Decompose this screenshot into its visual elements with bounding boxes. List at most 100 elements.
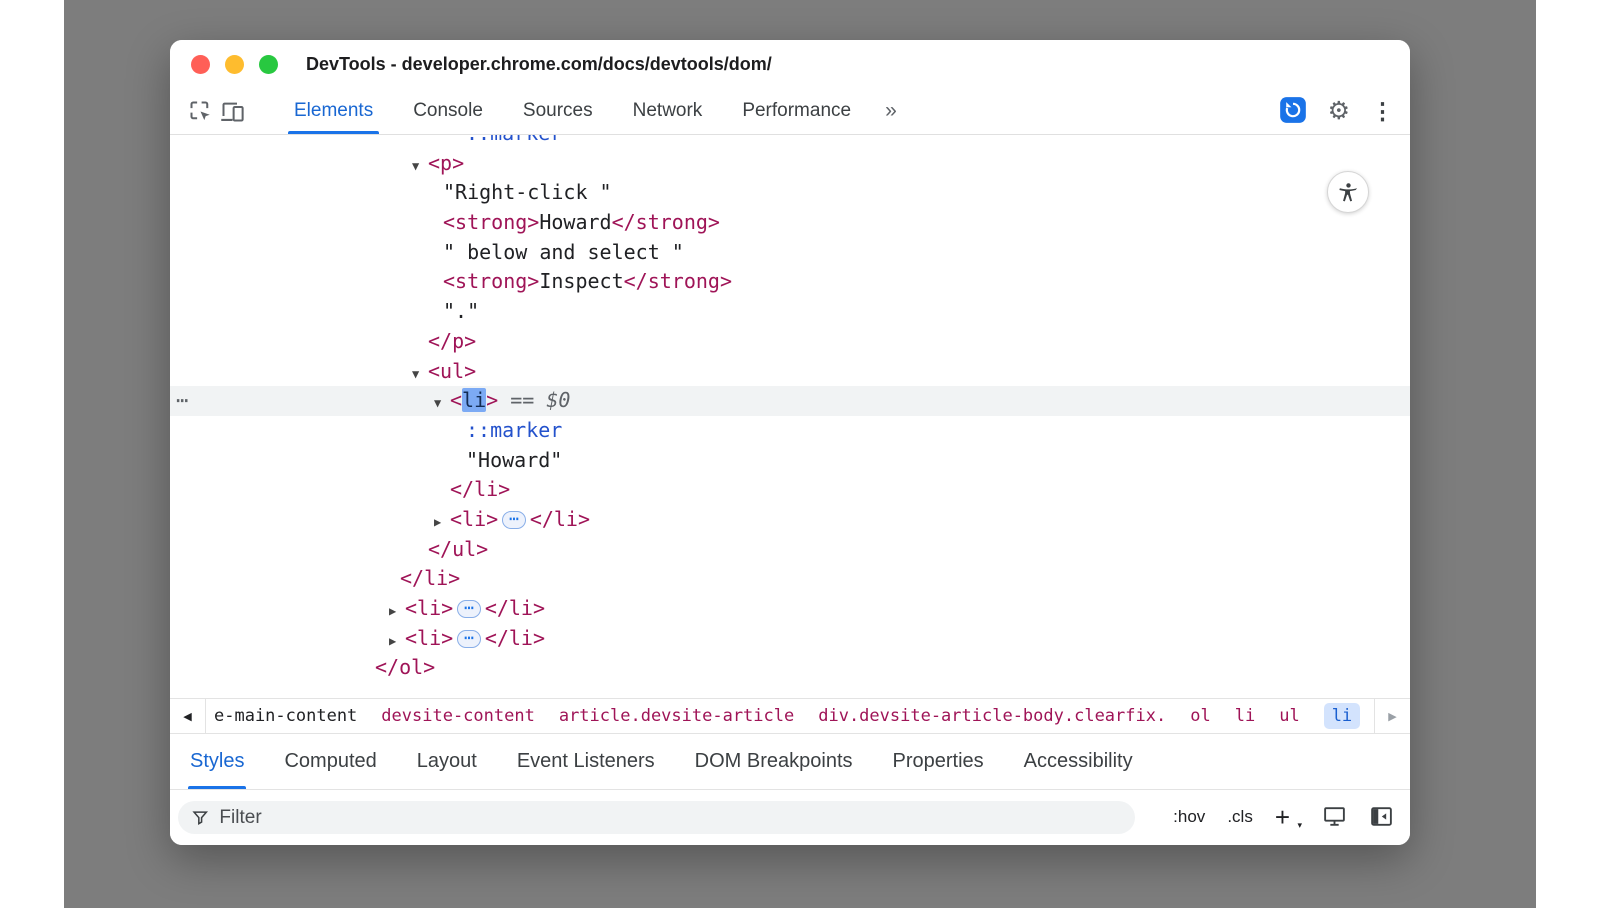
close-window-button[interactable] xyxy=(191,55,210,74)
styles-filter-input[interactable] xyxy=(219,807,1122,829)
tab-console[interactable]: Console xyxy=(393,88,503,134)
tag-token: > xyxy=(486,388,498,412)
breadcrumb-item-ul[interactable]: ul xyxy=(1279,706,1299,726)
tree-line[interactable]: ::marker xyxy=(170,135,1410,149)
tab-layout[interactable]: Layout xyxy=(417,734,477,789)
tab-event-listeners[interactable]: Event Listeners xyxy=(517,734,655,789)
tag-token: </li> xyxy=(485,626,545,650)
tree-line[interactable]: ▼<p> xyxy=(170,149,1410,179)
tree-line-content: " below and select " xyxy=(170,238,684,268)
tag-token: </li> xyxy=(450,477,510,501)
tree-line[interactable]: ::marker xyxy=(170,416,1410,446)
disclosure-arrow-icon[interactable]: ▶ xyxy=(389,597,405,627)
tree-line[interactable]: </ol> xyxy=(170,653,1410,683)
tab-accessibility[interactable]: Accessibility xyxy=(1024,734,1133,789)
breadcrumb-item-article-devsite-article[interactable]: article.devsite-article xyxy=(559,706,794,726)
tree-line-content: ▼<p> xyxy=(170,149,464,182)
expand-ellipsis-button[interactable]: ⋯ xyxy=(457,630,481,648)
tree-line[interactable]: ▶<li>⋯</li> xyxy=(170,624,1410,654)
tree-line-content: "Howard" xyxy=(170,446,562,476)
accessibility-button[interactable] xyxy=(1327,171,1369,213)
window-titlebar: DevTools - developer.chrome.com/docs/dev… xyxy=(170,40,1410,88)
text-node-token: Howard xyxy=(539,210,611,234)
rendering-emulation-button[interactable] xyxy=(1322,804,1347,831)
expand-ellipsis-button[interactable]: ⋯ xyxy=(502,511,526,529)
toggle-sidebar-button[interactable] xyxy=(1369,804,1394,831)
tree-line[interactable]: "Right-click " xyxy=(170,178,1410,208)
tab-dom-breakpoints[interactable]: DOM Breakpoints xyxy=(695,734,853,789)
settings-gear-icon[interactable]: ⚙ xyxy=(1328,99,1350,124)
main-tab-strip: ElementsConsoleSourcesNetworkPerformance xyxy=(274,88,871,134)
panel-tab-strip: Styles Computed Layout Event Listeners DOM B… xyxy=(170,734,1410,790)
zoom-window-button[interactable] xyxy=(259,55,278,74)
tab-sources[interactable]: Sources xyxy=(503,88,613,134)
breadcrumb-item-devsite-content[interactable]: devsite-content xyxy=(381,706,535,726)
tree-line-content: <strong>Howard</strong> xyxy=(170,208,720,238)
toggle-hover-state-button[interactable]: :hov xyxy=(1173,807,1205,827)
new-style-rule-button[interactable]: + ▾ xyxy=(1275,804,1300,830)
disclosure-arrow-icon[interactable]: ▼ xyxy=(412,360,428,390)
inspect-element-icon[interactable] xyxy=(184,88,216,134)
tree-line[interactable]: ▼<ul> xyxy=(170,357,1410,387)
tag-token: < xyxy=(450,388,462,412)
breadcrumb-item-div-devsite-article-body-clearfix-[interactable]: div.devsite-article-body.clearfix. xyxy=(818,706,1166,726)
filter-funnel-icon xyxy=(191,808,209,827)
breadcrumb-item-li[interactable]: li xyxy=(1324,703,1360,729)
disclosure-arrow-icon[interactable]: ▼ xyxy=(434,389,450,419)
breadcrumb-bar: ◀ e-main-content devsite-content article.d… xyxy=(170,698,1410,734)
tree-line-content: </li> xyxy=(170,564,460,594)
breadcrumb-item-ol[interactable]: ol xyxy=(1190,706,1210,726)
tree-line-content: ▼<ul> xyxy=(170,357,476,390)
breadcrumb-item-e-main-content[interactable]: e-main-content xyxy=(214,706,357,726)
more-tabs-icon[interactable]: » xyxy=(877,88,905,134)
tree-line[interactable]: </li> xyxy=(170,475,1410,505)
tree-line[interactable]: <strong>Howard</strong> xyxy=(170,208,1410,238)
inspect-cursor-icon xyxy=(187,98,214,125)
tree-line[interactable]: ▶<li>⋯</li> xyxy=(170,505,1410,535)
tab-computed[interactable]: Computed xyxy=(284,734,376,789)
selected-tree-line[interactable]: ⋯▼<li> == $0 xyxy=(170,386,1410,416)
device-toolbar-icon[interactable] xyxy=(216,88,248,134)
tree-line[interactable]: "Howard" xyxy=(170,446,1410,476)
tab-styles[interactable]: Styles xyxy=(190,734,244,789)
toolbar-right-controls: ⚙ ⋮ xyxy=(1279,88,1394,134)
tree-line[interactable]: ▶<li>⋯</li> xyxy=(170,594,1410,624)
row-actions-icon[interactable]: ⋯ xyxy=(176,386,188,416)
disclosure-arrow-icon[interactable]: ▶ xyxy=(389,627,405,657)
expand-ellipsis-button[interactable]: ⋯ xyxy=(457,600,481,618)
tag-token: </li> xyxy=(485,596,545,620)
filter-field[interactable] xyxy=(178,801,1135,834)
tree-line[interactable]: " below and select " xyxy=(170,238,1410,268)
tab-properties[interactable]: Properties xyxy=(893,734,984,789)
tab-network[interactable]: Network xyxy=(613,88,723,134)
breadcrumb-item-li[interactable]: li xyxy=(1235,706,1255,726)
tree-line-content: </ol> xyxy=(170,653,435,683)
traffic-lights xyxy=(191,55,278,74)
dock-sidebar-icon xyxy=(1369,804,1394,829)
tree-line[interactable]: <strong>Inspect</strong> xyxy=(170,267,1410,297)
toggle-element-classes-button[interactable]: .cls xyxy=(1227,807,1253,827)
breadcrumb-scroll-right-button[interactable]: ▶ xyxy=(1374,699,1410,733)
tag-token: </strong> xyxy=(624,269,732,293)
kebab-menu-icon[interactable]: ⋮ xyxy=(1371,100,1394,123)
disclosure-arrow-icon[interactable]: ▶ xyxy=(434,508,450,538)
tree-line-content: ▼<li> == $0 xyxy=(170,386,570,419)
breadcrumb-scroll-left-button[interactable]: ◀ xyxy=(170,699,206,733)
tree-line[interactable]: </li> xyxy=(170,564,1410,594)
tree-line[interactable]: </p> xyxy=(170,327,1410,357)
tab-performance[interactable]: Performance xyxy=(722,88,871,134)
dom-tree: ::marker▼<p>"Right-click "<strong>Howard… xyxy=(170,135,1410,698)
disclosure-arrow-icon[interactable]: ▼ xyxy=(412,152,428,182)
tree-line[interactable]: </ul> xyxy=(170,535,1410,565)
styles-right-controls: :hov .cls + ▾ xyxy=(1173,804,1394,831)
sync-icon[interactable] xyxy=(1279,96,1307,126)
tree-line-content: ▶<li>⋯</li> xyxy=(170,505,590,538)
tree-line[interactable]: "." xyxy=(170,297,1410,327)
tag-token: <li> xyxy=(450,507,498,531)
selected-tag-token: li xyxy=(462,388,486,412)
tree-line-content: </ul> xyxy=(170,535,488,565)
tab-elements[interactable]: Elements xyxy=(274,88,393,134)
minimize-window-button[interactable] xyxy=(225,55,244,74)
plus-caret-icon: ▾ xyxy=(1297,821,1302,830)
tag-token: </p> xyxy=(428,329,476,353)
